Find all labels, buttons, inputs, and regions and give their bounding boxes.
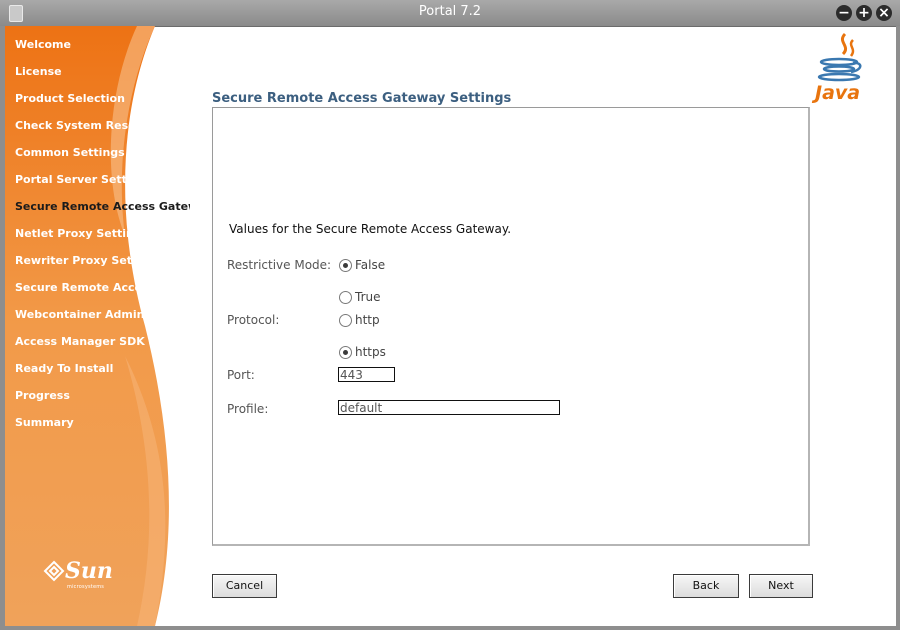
settings-panel: [212, 107, 810, 546]
cancel-button[interactable]: Cancel: [212, 574, 277, 598]
port-input[interactable]: 443: [338, 367, 395, 382]
sidebar: Welcome License Product Selection Check …: [5, 26, 195, 626]
sidebar-item-netlet-proxy-settings: Netlet Proxy Settings: [15, 227, 149, 240]
window-title: Portal 7.2: [418, 4, 482, 19]
restrictive-mode-true-radio[interactable]: [339, 291, 352, 304]
protocol-https-radio[interactable]: [339, 346, 352, 359]
sidebar-item-rewriter-proxy-settings: Rewriter Proxy Settings: [15, 254, 164, 267]
sidebar-item-secure-remote-access-gateway: Secure Remote Access Gatewa: [15, 200, 190, 213]
window-frame-bottom: [0, 626, 900, 630]
protocol-http-label[interactable]: http: [355, 313, 380, 327]
sidebar-item-portal-server-settings: Portal Server Settings: [15, 173, 153, 186]
sun-logo-subtext: microsystems: [67, 584, 105, 590]
sidebar-item-license: License: [15, 65, 62, 78]
protocol-label: Protocol:: [227, 313, 280, 327]
sun-logo-icon: [43, 560, 65, 582]
sidebar-item-access-manager-sdk-settings: Access Manager SDK Settin: [15, 335, 187, 348]
sidebar-background: [5, 26, 169, 626]
protocol-https-label[interactable]: https: [355, 345, 386, 359]
sidebar-item-welcome: Welcome: [15, 38, 71, 51]
minimize-icon[interactable]: −: [836, 5, 852, 21]
sidebar-item-check-system-resources: Check System Resources: [15, 119, 170, 132]
radio-selected-dot: [343, 263, 348, 268]
restrictive-mode-label: Restrictive Mode:: [227, 258, 332, 272]
sun-logo-word: Sun: [65, 558, 113, 584]
java-cup-icon: [817, 32, 862, 82]
radio-selected-dot: [343, 350, 348, 355]
java-logo-word: Java: [815, 82, 861, 104]
java-logo: Java: [815, 32, 871, 112]
profile-label: Profile:: [227, 402, 269, 416]
sidebar-item-webcontainer-administration: Webcontainer Administrati: [15, 308, 182, 321]
sidebar-item-product-selection: Product Selection: [15, 92, 125, 105]
page-title: Secure Remote Access Gateway Settings: [212, 91, 512, 106]
restrictive-mode-false-label[interactable]: False: [355, 258, 385, 272]
sidebar-item-summary: Summary: [15, 416, 74, 429]
port-label: Port:: [227, 368, 255, 382]
panel-description: Values for the Secure Remote Access Gate…: [229, 222, 512, 236]
profile-input[interactable]: default: [338, 400, 560, 415]
sidebar-item-ready-to-install: Ready To Install: [15, 362, 114, 375]
back-button[interactable]: Back: [673, 574, 739, 598]
next-button[interactable]: Next: [749, 574, 813, 598]
sidebar-item-progress: Progress: [15, 389, 70, 402]
restrictive-mode-false-radio[interactable]: [339, 259, 352, 272]
protocol-http-radio[interactable]: [339, 314, 352, 327]
title-bar[interactable]: Portal 7.2 − + ×: [0, 0, 900, 27]
sidebar-item-common-settings: Common Settings: [15, 146, 125, 159]
maximize-icon[interactable]: +: [856, 5, 872, 21]
restrictive-mode-true-label[interactable]: True: [355, 290, 381, 304]
sidebar-item-secure-remote-access-c: Secure Remote Access C: [15, 281, 167, 294]
window-frame-right: [896, 26, 900, 630]
close-icon[interactable]: ×: [876, 5, 892, 21]
